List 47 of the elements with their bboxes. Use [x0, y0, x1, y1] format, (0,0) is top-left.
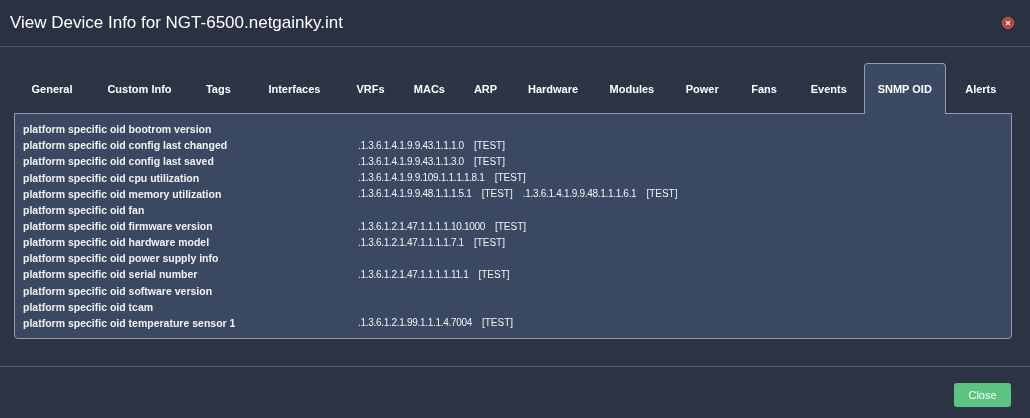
tab[interactable]: ARP	[458, 63, 513, 114]
tab[interactable]: VRFs	[340, 63, 400, 114]
test-link[interactable]: [TEST]	[473, 155, 505, 167]
oid-name: platform specific oid software version	[23, 284, 214, 297]
tab[interactable]: Hardware	[512, 63, 594, 114]
tab[interactable]: Events	[793, 63, 864, 114]
oid-name: platform specific oid serial number	[23, 268, 199, 281]
test-link[interactable]: [TEST]	[473, 236, 505, 248]
oid-name: platform specific oid temperature sensor 1	[23, 316, 237, 329]
oid-name: platform specific oid fan	[23, 203, 146, 216]
oid-value: .1.3.6.1.2.1.47.1.1.1.1.10.1000	[358, 220, 485, 232]
oid-value: .1.3.6.1.4.1.9.9.48.1.1.1.5.1	[358, 188, 472, 200]
tab[interactable]: Modules	[593, 63, 670, 114]
window-title: View Device Info for NGT-6500.netgainky.int	[10, 13, 343, 33]
test-link[interactable]: [TEST]	[481, 188, 513, 200]
tab[interactable]: General	[14, 63, 91, 114]
oid-value: .1.3.6.1.2.1.47.1.1.1.1.11.1	[358, 269, 469, 280]
oid-name: platform specific oid tcam	[23, 300, 155, 313]
oid-value: .1.3.6.1.2.1.47.1.1.1.1.7.1	[358, 236, 464, 248]
oid-name: platform specific oid config last saved	[23, 155, 215, 168]
tab[interactable]: Power	[669, 63, 735, 114]
tab[interactable]: Interfaces	[247, 63, 341, 114]
oid-name: platform specific oid config last changed	[23, 139, 229, 152]
oid-value: .1.3.6.1.4.1.9.9.109.1.1.1.1.8.1	[358, 172, 485, 184]
oid-name: platform specific oid firmware version	[23, 220, 214, 232]
tab[interactable]: Alerts	[945, 63, 1016, 114]
test-link[interactable]: [TEST]	[646, 188, 678, 200]
oid-value: .1.3.6.1.4.1.9.9.43.1.1.1.0	[358, 139, 464, 151]
oid-name: platform specific oid bootrom version	[23, 123, 213, 136]
test-link[interactable]: [TEST]	[494, 172, 526, 184]
test-link[interactable]: [TEST]	[494, 220, 527, 232]
oid-value: .1.3.6.1.4.1.9.9.43.1.1.3.0	[358, 155, 464, 167]
test-link[interactable]: [TEST]	[481, 317, 514, 329]
test-link[interactable]: [TEST]	[478, 269, 510, 280]
close-icon[interactable]	[1002, 17, 1014, 29]
oid-name: platform specific oid hardware model	[23, 236, 211, 249]
tab[interactable]: Tags	[188, 63, 248, 114]
oid-name: platform specific oid cpu utilization	[23, 171, 201, 184]
test-link[interactable]: [TEST]	[473, 139, 505, 151]
tab[interactable]: MACs	[399, 63, 459, 114]
oid-value: .1.3.6.1.4.1.9.9.48.1.1.1.6.1	[522, 188, 637, 200]
oid-name: platform specific oid memory utilization	[23, 187, 223, 200]
oid-name: platform specific oid power supply info	[23, 252, 220, 265]
tab[interactable]: Fans	[734, 63, 794, 114]
tab[interactable]: SNMP OID	[863, 63, 946, 114]
tab[interactable]: Custom Info	[90, 63, 189, 114]
oid-value: .1.3.6.1.2.1.99.1.1.1.4.7004	[358, 317, 472, 329]
